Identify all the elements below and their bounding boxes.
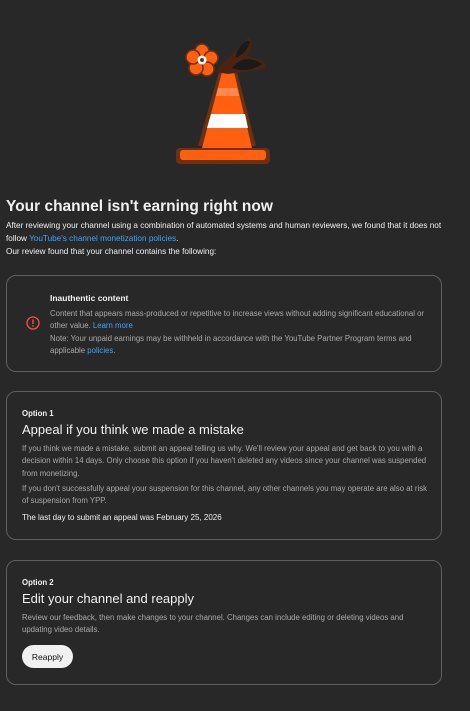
page-title: Your channel isn't earning right now xyxy=(6,198,273,215)
option-1-card: Option 1 Appeal if you think we made a m… xyxy=(6,391,442,540)
traffic-cone-illustration xyxy=(176,38,270,164)
option-1-body: If you think we made a mistake, submit a… xyxy=(22,444,427,478)
finding-note-period: . xyxy=(113,346,116,356)
option-1-heading: Appeal if you think we made a mistake xyxy=(22,422,244,437)
option-2-body: Review our feedback, then make changes t… xyxy=(22,613,404,635)
learn-more-link[interactable]: Learn more xyxy=(93,321,133,330)
finding-description: Content that appears mass-produced or re… xyxy=(50,308,435,358)
intro-text: After reviewing your channel using a com… xyxy=(6,219,461,258)
intro-period: . xyxy=(176,234,179,243)
policies-link[interactable]: policies xyxy=(87,346,113,355)
option-2-label: Option 2 xyxy=(22,578,54,587)
warning-circle-icon xyxy=(26,316,40,330)
monetization-policies-link[interactable]: YouTube's channel monetization policies xyxy=(29,234,176,243)
option-2-heading: Edit your channel and reapply xyxy=(22,591,195,606)
appeal-deadline: The last day to submit an appeal was Feb… xyxy=(22,513,222,522)
finding-card: Inauthentic content Content that appears… xyxy=(6,275,442,372)
option-1-risk-text: If you don't successfully appeal your su… xyxy=(22,484,427,506)
option-1-label: Option 1 xyxy=(22,409,54,418)
option-2-card: Option 2 Edit your channel and reapply R… xyxy=(6,560,442,685)
finding-heading: Inauthentic content xyxy=(50,293,129,303)
review-found-text: Our review found that your channel conta… xyxy=(6,247,217,256)
reapply-button[interactable]: Reapply xyxy=(22,645,73,668)
